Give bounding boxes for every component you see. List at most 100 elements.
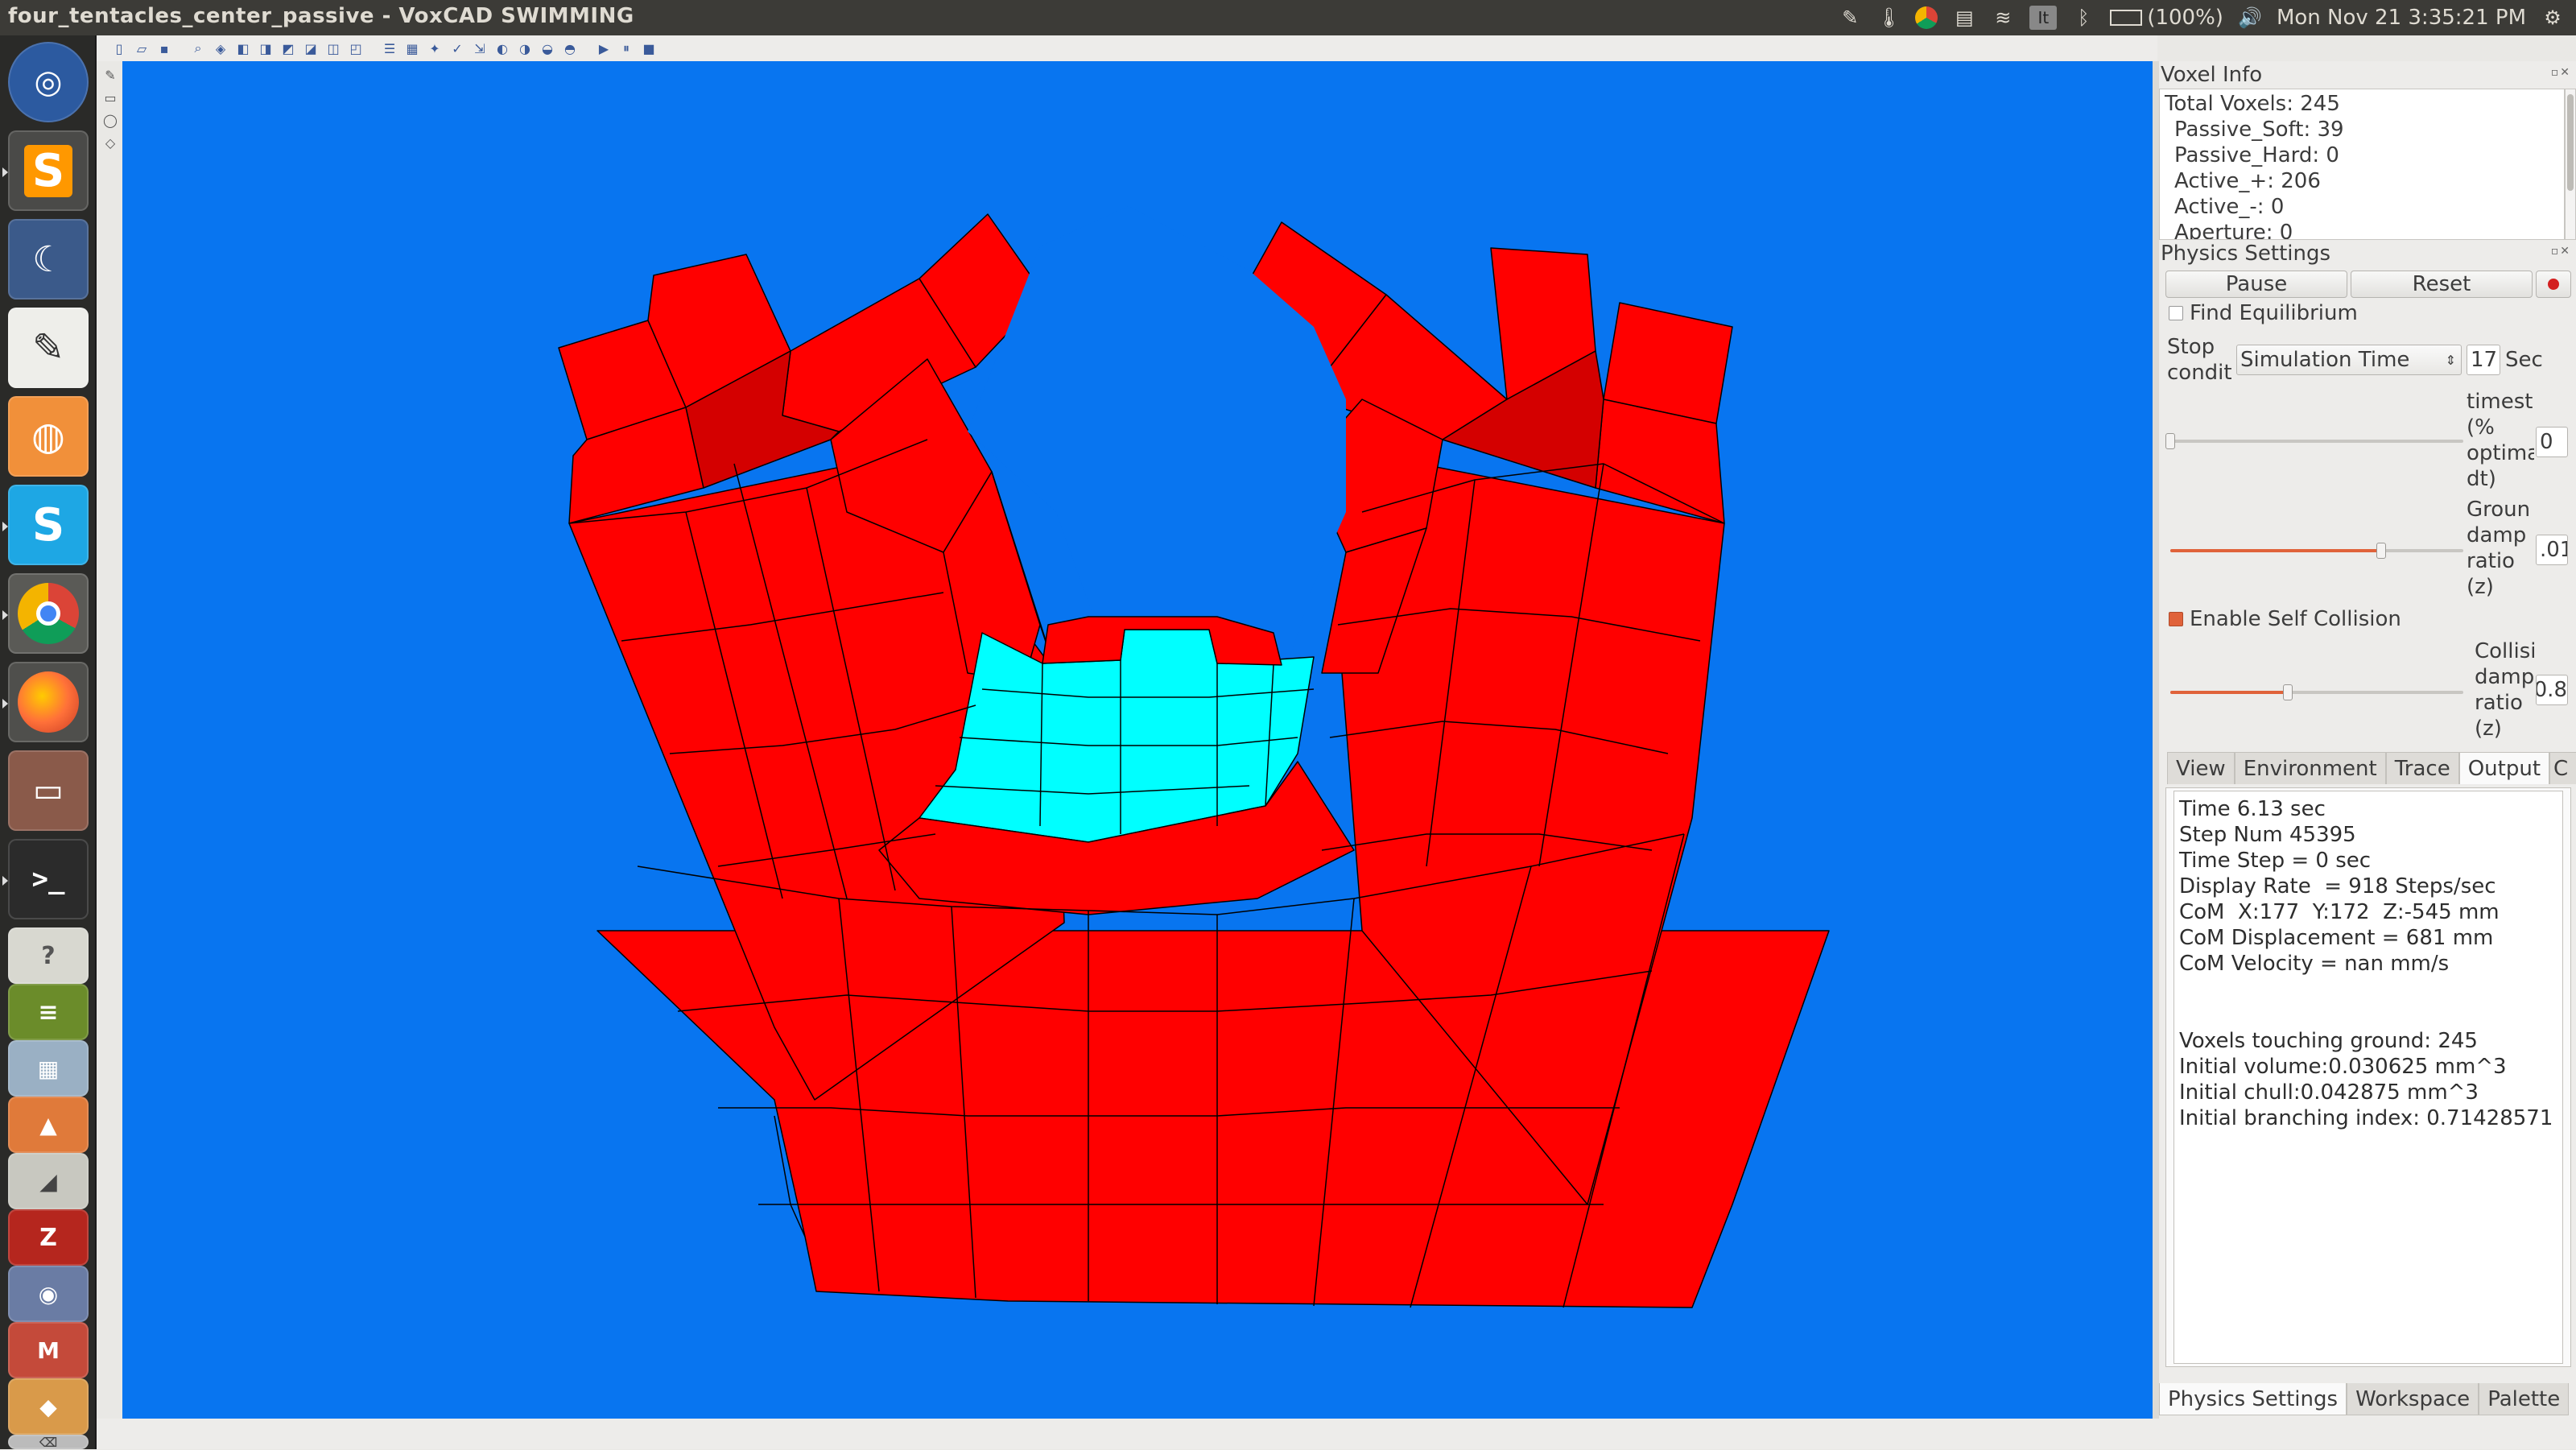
volume-icon[interactable]: 🔊 [2238, 6, 2262, 30]
open-file-icon[interactable]: ▱ [132, 39, 151, 58]
bluetooth-icon[interactable]: ᛒ [2071, 6, 2095, 30]
drive-icon[interactable]: ▤ [1952, 6, 1976, 30]
new-file-icon[interactable]: ▯ [109, 39, 129, 58]
ground-damping-fill [2170, 549, 2382, 552]
app-icon[interactable]: ? [8, 927, 89, 984]
ellipse-icon[interactable]: ◯ [101, 111, 119, 129]
tab-more[interactable]: C [2549, 752, 2576, 784]
list-icon[interactable]: ☰ [380, 39, 399, 58]
tool-icon[interactable]: ✦ [425, 39, 444, 58]
mail-icon[interactable]: ✎ [1838, 6, 1862, 30]
timestep-knob[interactable] [2165, 433, 2175, 449]
collision-damping-slider[interactable] [2170, 684, 2463, 700]
record-icon[interactable]: ◒ [538, 39, 557, 58]
view-back-icon[interactable]: ◨ [256, 39, 275, 58]
settings-icon[interactable]: ◓ [560, 39, 580, 58]
chrome-icon[interactable] [2, 573, 89, 654]
pencil-icon[interactable]: ✎ [101, 66, 119, 84]
tab-trace[interactable]: Trace [2385, 752, 2459, 784]
collision-damping-input[interactable]: 0.8 [2536, 675, 2568, 705]
fill-icon[interactable]: ◇ [101, 134, 119, 151]
export-icon[interactable]: ⇲ [470, 39, 489, 58]
collision-label-2: damp [2475, 665, 2535, 689]
keyboard-layout-icon[interactable]: It [2029, 6, 2058, 30]
dock-tabs: Physics Settings Workspace Palette [2159, 1383, 2570, 1415]
stop-time-unit: Sec [2505, 348, 2543, 372]
pause-icon[interactable]: ⏸ [617, 39, 636, 58]
grid-icon[interactable]: ▦ [402, 39, 422, 58]
timestep-input[interactable]: 0 [2536, 427, 2568, 457]
play-icon[interactable]: ▶ [594, 39, 613, 58]
sublime-text-icon[interactable]: S [2, 130, 89, 211]
voxel-info-header: Voxel Info ▫✕ [2159, 61, 2576, 89]
find-equilibrium-checkbox[interactable] [2169, 306, 2183, 320]
voxel-info-scrollbar[interactable] [2565, 89, 2576, 240]
tab-output[interactable]: Output [2458, 752, 2550, 784]
ground-damping-slider[interactable] [2170, 543, 2463, 559]
dock-float-close-icon[interactable]: ▫✕ [2551, 66, 2571, 79]
view-iso-icon[interactable]: ◈ [211, 39, 230, 58]
tab-view[interactable]: View [2167, 752, 2235, 784]
top-menu-bar: four_tentacles_center_passive - VoxCAD S… [0, 0, 2576, 35]
sync-icon[interactable]: ◍ [8, 396, 89, 477]
view-right-icon[interactable]: ◪ [301, 39, 320, 58]
save-icon[interactable]: ▪ [155, 39, 174, 58]
total-voxels: Total Voxels: 245 [2165, 92, 2340, 116]
timestep-slider[interactable] [2165, 433, 2463, 449]
rectangle-icon[interactable]: ▭ [101, 89, 119, 106]
app-icon[interactable]: ▲ [8, 1097, 89, 1153]
filezilla-icon[interactable]: Z [8, 1209, 89, 1266]
view-top-icon[interactable]: ◫ [324, 39, 343, 58]
physics-icon[interactable]: ◐ [493, 39, 512, 58]
terminal-icon[interactable]: >_ [2, 839, 89, 919]
record-button[interactable] [2536, 271, 2571, 298]
tab-physics-settings[interactable]: Physics Settings [2159, 1383, 2347, 1415]
ground-damping-knob[interactable] [2376, 543, 2387, 559]
app-icon[interactable]: ◢ [8, 1153, 89, 1209]
panel-splitter[interactable] [2153, 61, 2159, 1419]
gear-icon[interactable]: ⚙ [2541, 6, 2565, 30]
unity-launcher: ◎ S ☾ ✎ ◍ S ▭ >_ ? ≡ ▦ ▲ ◢ Z ◉ M ◆ ⌫ [0, 35, 97, 1450]
trash-icon[interactable]: ⌫ [8, 1435, 89, 1450]
eclipse-icon[interactable]: ☾ [8, 219, 89, 300]
tab-palette[interactable]: Palette [2479, 1383, 2570, 1415]
ground-label-2: damp [2467, 523, 2527, 547]
app-icon[interactable]: ◉ [8, 1266, 89, 1322]
battery-indicator[interactable]: (100%) [2110, 6, 2223, 30]
clock[interactable]: Mon Nov 21 3:35:21 PM [2277, 6, 2526, 30]
self-collision-checkbox[interactable] [2169, 612, 2183, 626]
files-icon[interactable]: ▭ [8, 750, 89, 831]
tab-environment[interactable]: Environment [2234, 752, 2386, 784]
physics-settings-header: Physics Settings ▫✕ [2159, 240, 2576, 267]
stop-condition-select[interactable]: Simulation Time ⇕ [2236, 345, 2462, 375]
view-front-icon[interactable]: ◧ [233, 39, 253, 58]
status-bar [97, 1419, 2576, 1449]
reset-button[interactable]: Reset [2351, 271, 2533, 298]
temperature-icon[interactable]: 🌡 [1876, 6, 1901, 30]
wifi-icon[interactable]: ≋ [1991, 6, 2015, 30]
system-tray: ✎ 🌡 ▤ ≋ It ᛒ (100%) 🔊 Mon Nov 21 3:35:21… [1838, 0, 2576, 35]
tab-workspace[interactable]: Workspace [2347, 1383, 2479, 1415]
view-bottom-icon[interactable]: ◰ [346, 39, 365, 58]
app-icon[interactable]: ▦ [8, 1040, 89, 1097]
collision-damping-knob[interactable] [2282, 684, 2293, 700]
pause-button[interactable]: Pause [2165, 271, 2347, 298]
skype-icon[interactable]: S [2, 485, 89, 565]
text-editor-icon[interactable]: ✎ [8, 308, 89, 388]
stop-icon[interactable]: ■ [639, 39, 658, 58]
stop-time-input[interactable]: 17 [2467, 345, 2500, 375]
check-icon[interactable]: ✓ [448, 39, 467, 58]
firefox-icon[interactable] [2, 662, 89, 742]
simulation-viewport[interactable] [122, 61, 2153, 1419]
spotify-icon[interactable]: ≡ [8, 984, 89, 1040]
view-left-icon[interactable]: ◩ [279, 39, 298, 58]
app-icon[interactable]: ◆ [8, 1378, 89, 1435]
ground-damping-input[interactable]: .01 [2536, 535, 2568, 565]
dock-float-close-icon[interactable]: ▫✕ [2551, 245, 2571, 258]
sim-icon[interactable]: ◑ [515, 39, 535, 58]
chrome-tray-icon[interactable] [1915, 6, 1938, 29]
app-icon[interactable]: M [8, 1322, 89, 1378]
zoom-icon[interactable]: ⌕ [188, 39, 208, 58]
ubuntu-dash-icon[interactable]: ◎ [8, 42, 89, 122]
main-toolbar: ▯ ▱ ▪ ⌕ ◈ ◧ ◨ ◩ ◪ ◫ ◰ ☰ ▦ ✦ ✓ ⇲ ◐ ◑ ◒ ◓ … [97, 35, 2157, 61]
